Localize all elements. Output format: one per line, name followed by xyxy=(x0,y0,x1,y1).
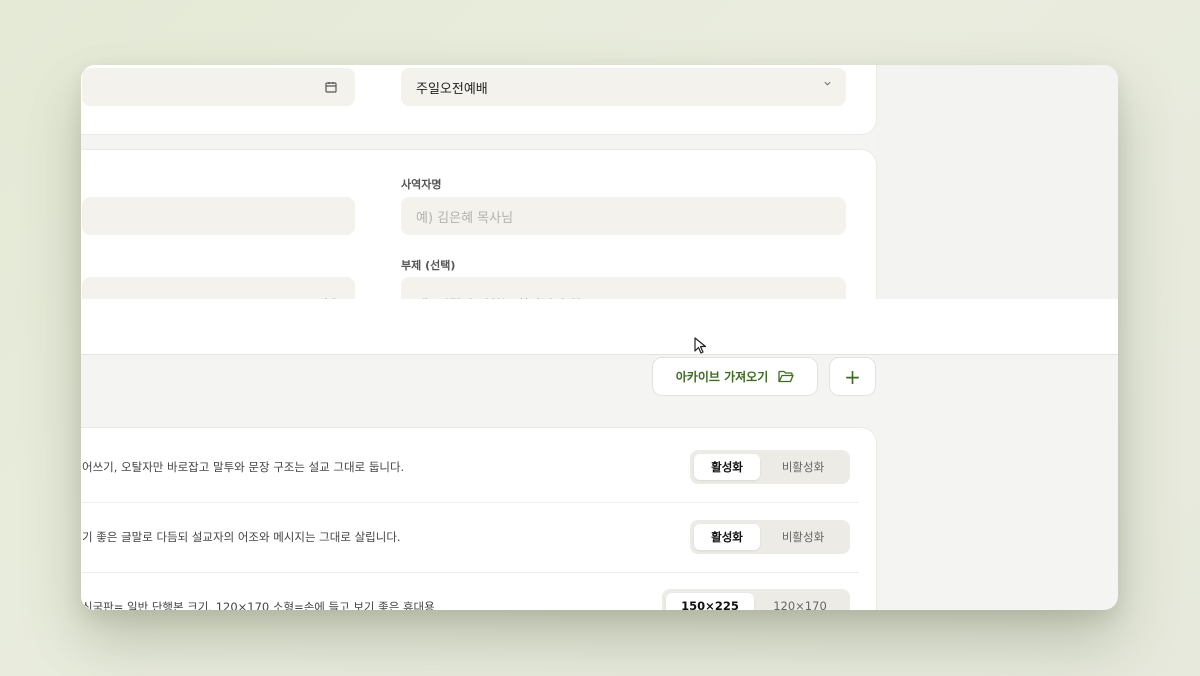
service-card: 주일오전예배 xyxy=(81,65,877,135)
toggle-enable[interactable]: 활성화 xyxy=(694,454,760,480)
toggle-disable[interactable]: 비활성화 xyxy=(760,524,846,550)
toggle-enable[interactable]: 활성화 xyxy=(694,524,760,550)
overlay-strip xyxy=(81,299,1118,355)
plus-icon: + xyxy=(844,364,861,389)
archive-import-label: 아카이브 가져오기 xyxy=(675,370,769,384)
cursor-icon xyxy=(694,337,707,354)
date-field[interactable] xyxy=(82,68,355,106)
page-size-toggle[interactable]: 150×225 120×170 xyxy=(662,589,850,610)
option-description: 어쓰기, 오탈자만 바로잡고 말투와 문장 구조는 설교 그대로 둡니다. xyxy=(82,460,405,474)
size-120x170[interactable]: 120×170 xyxy=(754,593,846,610)
toggle-disable[interactable]: 비활성화 xyxy=(760,454,846,480)
options-card: 어쓰기, 오탈자만 바로잡고 말투와 문장 구조는 설교 그대로 둡니다. 활성… xyxy=(81,427,877,610)
app-window: 주일오전예배 사역자명 예) 김은혜 목사님 드려요 부제 (선택) 예) 시편… xyxy=(81,65,1118,610)
service-select[interactable]: 주일오전예배 xyxy=(401,68,846,106)
service-select-value: 주일오전예배 xyxy=(416,81,488,97)
divider xyxy=(82,502,859,503)
translator-placeholder: 예) 김은혜 목사님 xyxy=(416,210,514,226)
translator-input[interactable]: 예) 김은혜 목사님 xyxy=(401,197,846,235)
option-description: 신국판= 일반 단행본 크기, 120×170 소형=손에 들고 보기 좋은 휴… xyxy=(82,600,435,610)
option-toggle[interactable]: 활성화 비활성화 xyxy=(690,520,850,554)
chevron-down-icon xyxy=(824,81,831,86)
option-description: 기 좋은 글말로 다듬되 설교자의 어조와 메시지는 그대로 살립니다. xyxy=(82,530,401,544)
right-panel xyxy=(876,65,1118,299)
divider xyxy=(82,572,859,573)
add-button[interactable]: + xyxy=(829,357,876,396)
option-toggle[interactable]: 활성화 비활성화 xyxy=(690,450,850,484)
size-150x225[interactable]: 150×225 xyxy=(666,593,754,610)
archive-import-button[interactable]: 아카이브 가져오기 xyxy=(652,357,818,396)
subtitle-label: 부제 (선택) xyxy=(401,259,456,272)
translator-label: 사역자명 xyxy=(401,178,442,191)
left-field-1[interactable] xyxy=(82,197,355,235)
calendar-icon[interactable] xyxy=(325,81,337,93)
folder-open-icon xyxy=(778,370,794,383)
